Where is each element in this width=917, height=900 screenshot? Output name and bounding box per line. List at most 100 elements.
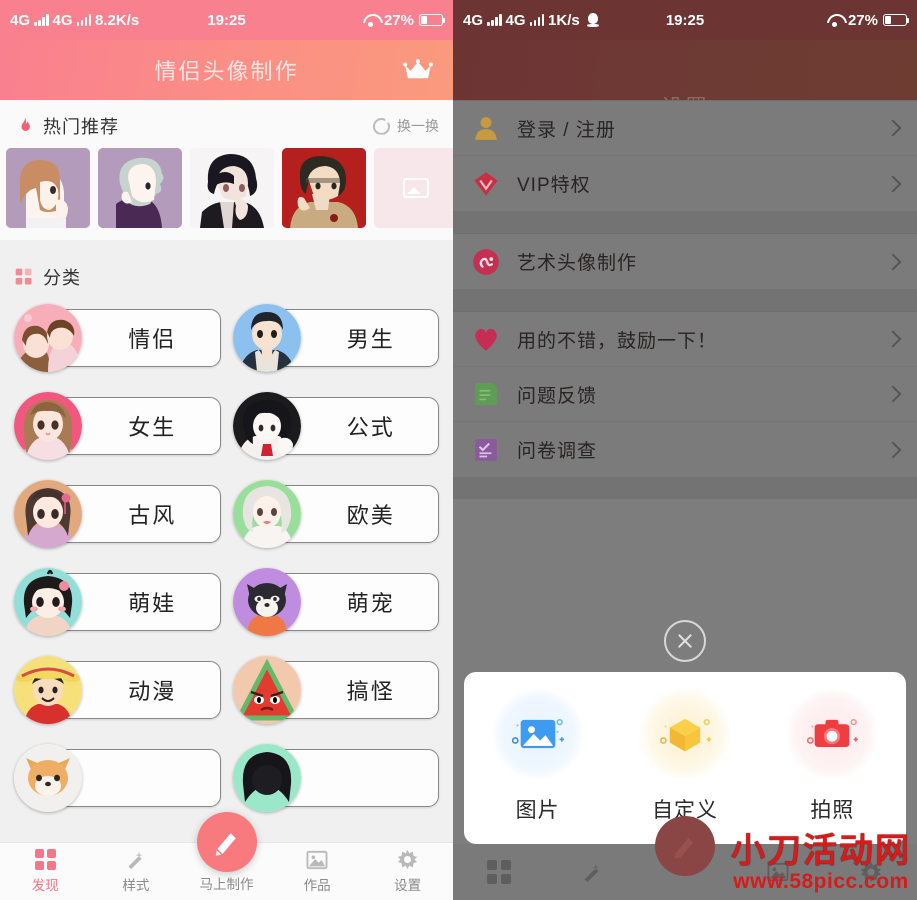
- create-fab-button[interactable]: [196, 812, 257, 872]
- settings-label: 艺术头像制作: [517, 253, 638, 274]
- funny-avatar: [232, 656, 301, 724]
- refresh-icon: [373, 117, 390, 135]
- chevron-right-icon: [884, 253, 902, 270]
- category-item-dark[interactable]: [232, 741, 439, 815]
- hot-section-title: 热门推荐: [43, 117, 119, 137]
- tab-settings[interactable]: 设置: [362, 843, 453, 900]
- tab-discover[interactable]: 发现: [0, 843, 91, 900]
- sheet-item-picture[interactable]: 图片: [464, 688, 611, 824]
- settings-row-login[interactable]: 登录 / 注册: [453, 101, 917, 156]
- tab-settings[interactable]: [824, 844, 917, 900]
- category-cell: 情侣: [8, 294, 227, 382]
- refresh-button[interactable]: 换一换: [373, 116, 439, 136]
- settings-label: 登录 / 注册: [517, 119, 616, 141]
- right-phone-screen: 4G 4G 1K/s 19:25 27% 设置: [453, 0, 917, 900]
- category-item-girl[interactable]: 女生: [14, 389, 221, 463]
- settings-row-art-avatar[interactable]: 艺术头像制作: [453, 234, 917, 289]
- category-item-funny[interactable]: 搞怪: [232, 653, 439, 727]
- right-status-bar: 4G 4G 1K/s 19:25 27%: [453, 0, 917, 40]
- hot-thumb-1[interactable]: [98, 148, 182, 228]
- settings-row-feedback[interactable]: 问题反馈: [453, 367, 917, 422]
- tab-works[interactable]: 作品: [272, 843, 363, 900]
- sheet-item-custom[interactable]: 自定义: [611, 688, 758, 824]
- tab-label: 设置: [394, 877, 422, 893]
- settings-group-divider: [453, 477, 917, 499]
- category-item-formula[interactable]: 公式: [232, 389, 439, 463]
- settings-label: 用的不错，鼓励一下！: [517, 330, 718, 352]
- pencil-icon: [215, 833, 236, 856]
- tab-discover[interactable]: [453, 844, 546, 900]
- left-scroll-body[interactable]: 热门推荐 换一换 分类 情侣 男生 女生 公式 古风 欧美 萌娃 萌宠 动漫 搞…: [0, 100, 453, 842]
- flame-icon: [21, 117, 30, 131]
- gear-icon: [397, 849, 418, 870]
- settings-group-account: 登录 / 注册 VIP特权: [453, 100, 917, 211]
- anime-avatar: [14, 656, 82, 724]
- settings-row-vip[interactable]: VIP特权: [453, 156, 917, 211]
- note-icon: [471, 379, 501, 409]
- category-cell: 公式: [227, 382, 446, 470]
- grid-icon: [15, 268, 32, 285]
- art-avatar-icon: [471, 247, 501, 277]
- dark-avatar: [232, 744, 301, 812]
- create-fab-button[interactable]: [655, 816, 715, 876]
- category-cell: 古风: [8, 470, 227, 558]
- hot-thumb-0[interactable]: [6, 148, 90, 228]
- gear-icon: [860, 861, 881, 883]
- category-item-kid[interactable]: 萌娃: [14, 565, 221, 639]
- kid-avatar: [14, 568, 82, 636]
- battery-percent: 27%: [383, 11, 414, 29]
- chevron-right-icon: [884, 119, 902, 137]
- settings-group-art: 艺术头像制作: [453, 233, 917, 289]
- tab-label: 作品: [303, 877, 331, 893]
- category-label: 公式: [346, 415, 395, 440]
- category-label: 女生: [128, 415, 177, 440]
- category-cell: 欧美: [227, 470, 446, 558]
- survey-icon: [471, 435, 501, 465]
- category-item-boy[interactable]: 男生: [232, 301, 439, 375]
- category-item-anime[interactable]: 动漫: [14, 653, 221, 727]
- tab-style[interactable]: 样式: [91, 843, 182, 900]
- girl-avatar: [14, 392, 82, 460]
- category-item-ancient[interactable]: 古风: [14, 477, 221, 551]
- settings-group-divider: [453, 211, 917, 233]
- user-icon: [471, 113, 501, 143]
- category-item-fox[interactable]: [14, 741, 221, 815]
- image-icon: [767, 862, 789, 882]
- dual-screenshot: 4G 4G 8.2K/s 19:25 27% 情侣头像制作 热门推荐 换一换 分…: [0, 0, 917, 900]
- category-item-pet[interactable]: 萌宠: [232, 565, 439, 639]
- camera-icon: [786, 688, 879, 780]
- tab-works[interactable]: [731, 844, 824, 900]
- battery-percent: 27%: [847, 11, 878, 29]
- picture-icon: [491, 688, 584, 780]
- sheet-item-camera[interactable]: 拍照: [759, 688, 906, 824]
- settings-label: 问卷调查: [517, 441, 598, 462]
- hot-thumb-row: [0, 148, 453, 240]
- left-status-bar: 4G 4G 8.2K/s 19:25 27%: [0, 0, 453, 40]
- hot-thumb-2[interactable]: [190, 148, 274, 228]
- category-item-couple[interactable]: 情侣: [14, 301, 221, 375]
- category-item-western[interactable]: 欧美: [232, 477, 439, 551]
- chevron-right-icon: [884, 385, 902, 403]
- grid-icon: [34, 849, 56, 870]
- category-label: 古风: [128, 503, 177, 528]
- image-placeholder-icon: [403, 178, 429, 198]
- hot-thumb-placeholder[interactable]: [374, 148, 453, 228]
- left-phone-screen: 4G 4G 8.2K/s 19:25 27% 情侣头像制作 热门推荐 换一换 分…: [0, 0, 453, 900]
- settings-row-rate[interactable]: 用的不错，鼓励一下！: [453, 312, 917, 367]
- category-cell: 萌宠: [227, 558, 446, 646]
- wifi-icon: [827, 14, 843, 27]
- hot-recommend-card: 热门推荐 换一换: [0, 100, 453, 240]
- wand-icon: [125, 850, 146, 870]
- settings-row-survey[interactable]: 问卷调查: [453, 422, 917, 477]
- image-icon: [306, 850, 328, 870]
- hot-thumb-3[interactable]: [282, 148, 366, 228]
- close-sheet-button[interactable]: [664, 620, 706, 662]
- close-icon: [676, 632, 694, 650]
- tab-label-create: 马上制作: [199, 877, 254, 892]
- status-right: 27%: [827, 11, 910, 29]
- formula-avatar: [232, 392, 301, 460]
- crown-icon[interactable]: [403, 59, 433, 81]
- tab-style[interactable]: [546, 844, 639, 900]
- hot-section-header: 热门推荐 换一换: [0, 100, 453, 148]
- wifi-icon: [363, 14, 379, 27]
